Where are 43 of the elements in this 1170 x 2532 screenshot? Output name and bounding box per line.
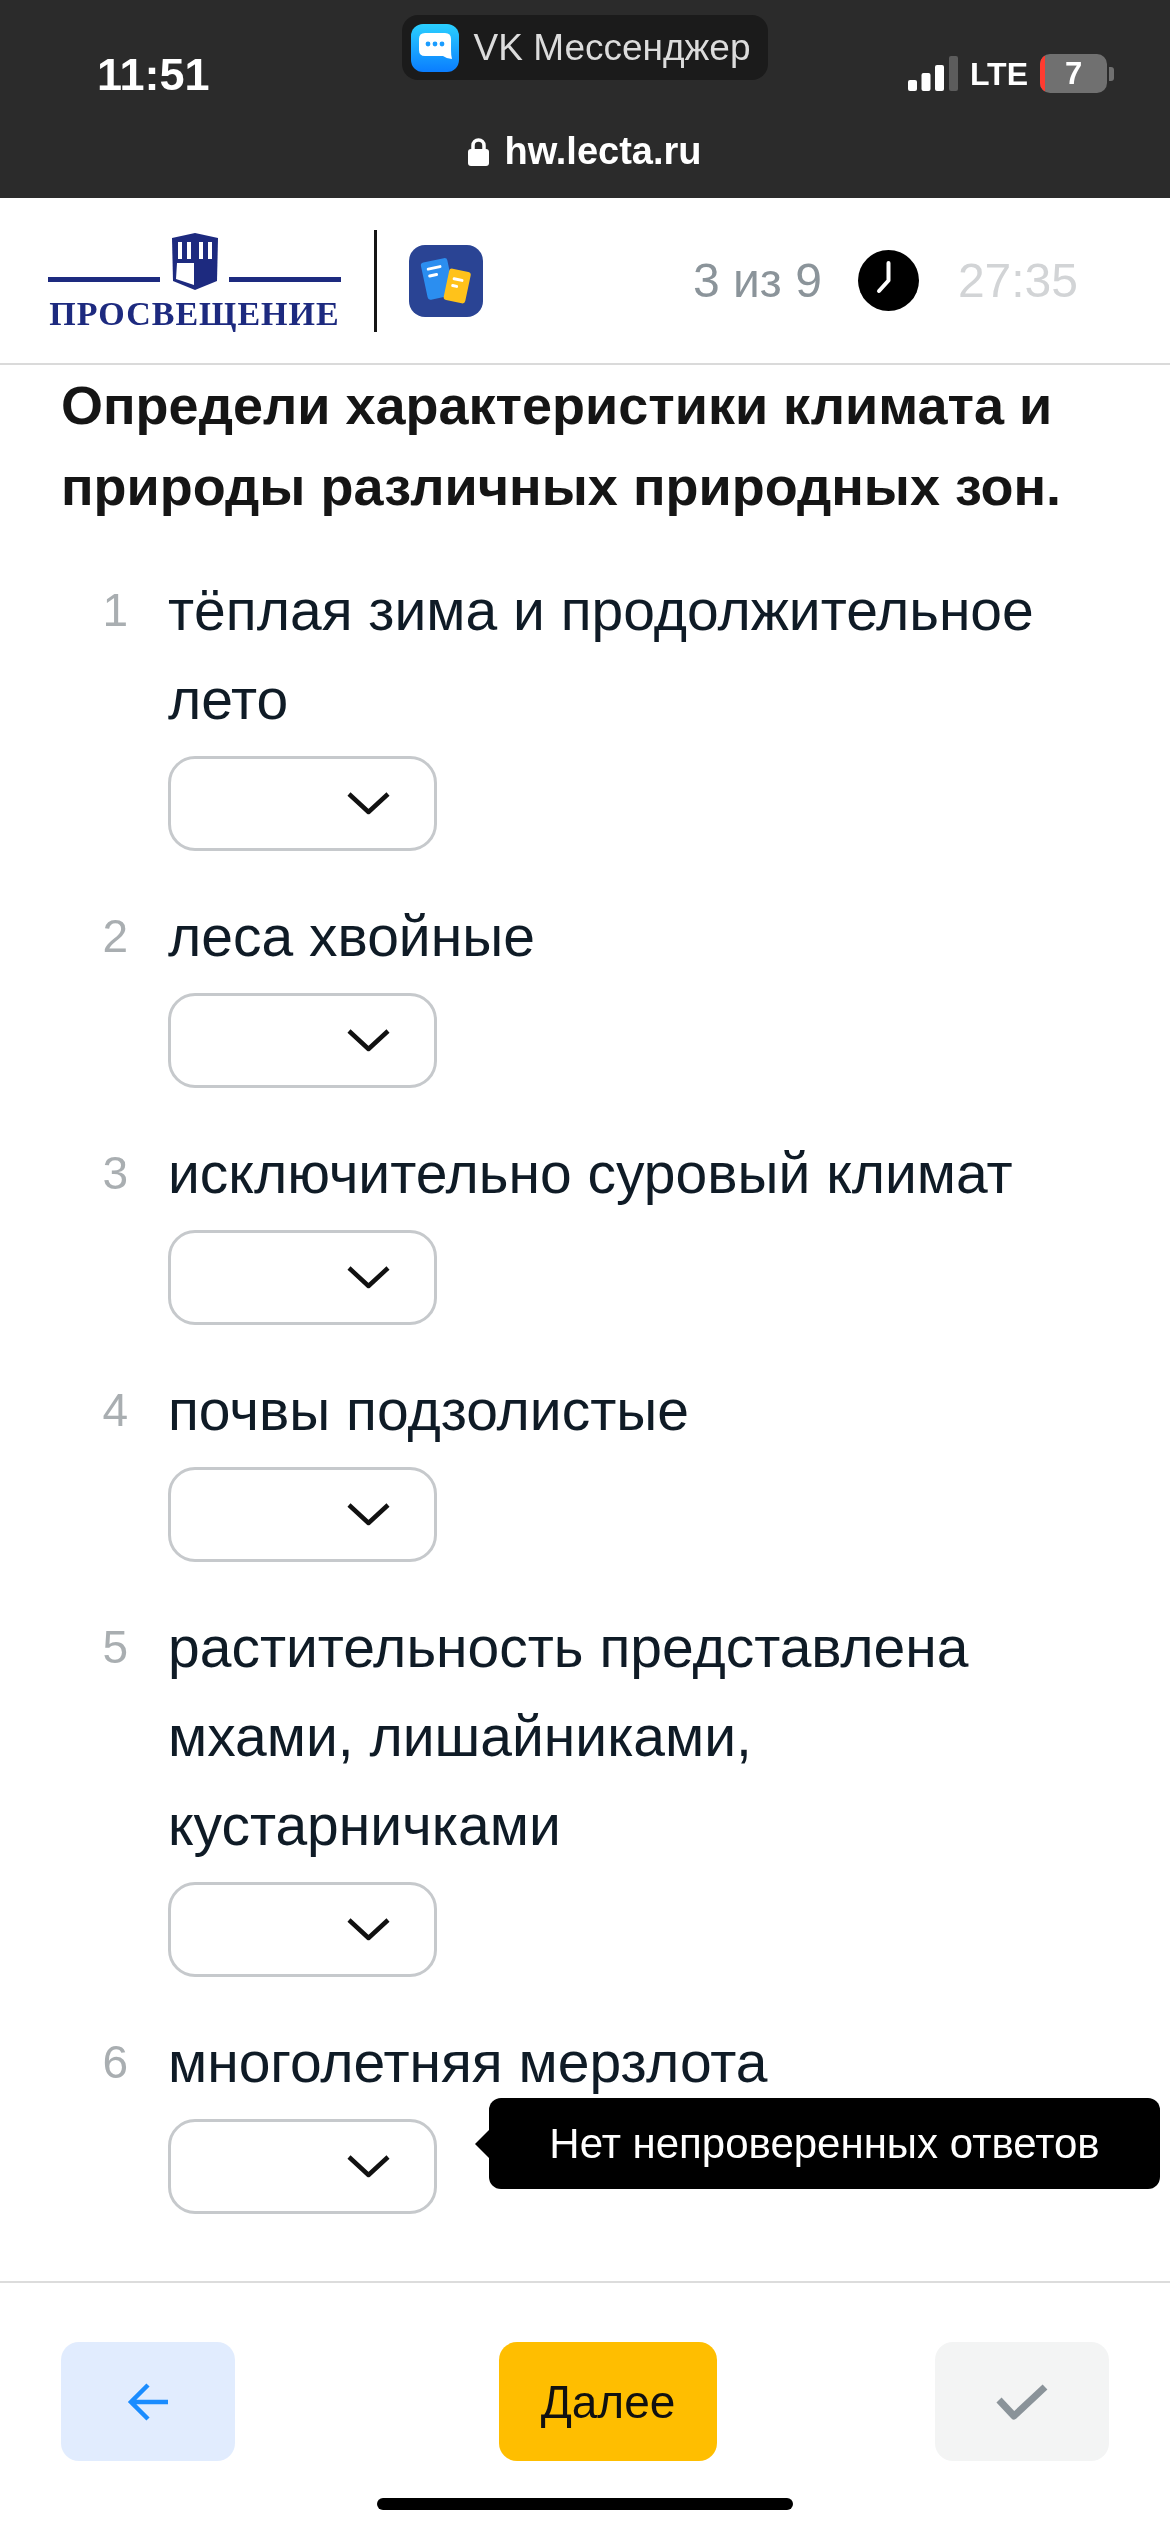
item-text: исключительно суровый климат bbox=[168, 1141, 1013, 1205]
arrow-left-icon bbox=[127, 2381, 169, 2422]
back-button[interactable] bbox=[61, 2342, 235, 2461]
chevron-down-icon bbox=[346, 1917, 391, 1942]
item-text: тёплая зима и продолжительное лето bbox=[168, 578, 1034, 731]
progress-counter: 3 из 9 bbox=[693, 252, 822, 309]
answer-dropdown[interactable] bbox=[168, 1467, 437, 1562]
chevron-down-icon bbox=[346, 791, 391, 816]
item-number: 2 bbox=[102, 910, 128, 962]
item-text: почвы подзолистые bbox=[168, 1378, 689, 1442]
answer-dropdown[interactable] bbox=[168, 2119, 437, 2214]
chevron-down-icon bbox=[346, 1028, 391, 1053]
signal-bars-icon bbox=[907, 56, 958, 91]
item-number: 1 bbox=[102, 584, 128, 636]
chevron-down-icon bbox=[346, 2154, 391, 2179]
item-number: 4 bbox=[102, 1384, 128, 1436]
item-number: 6 bbox=[102, 2036, 128, 2088]
url-text[interactable]: hw.lecta.ru bbox=[504, 130, 702, 172]
answer-dropdown[interactable] bbox=[168, 1230, 437, 1325]
answer-dropdown[interactable] bbox=[168, 1882, 437, 1977]
app-return-pill[interactable]: VK Мессенджер bbox=[401, 15, 769, 80]
lock-icon bbox=[468, 136, 490, 166]
chevron-down-icon bbox=[346, 1265, 391, 1290]
status-time: 11:51 bbox=[97, 53, 210, 97]
document-cards-icon[interactable] bbox=[409, 244, 483, 317]
checkmark-icon bbox=[995, 2382, 1049, 2421]
item-text: леса хвойные bbox=[168, 904, 535, 968]
item-text: многолетняя мерзлота bbox=[168, 2030, 768, 2094]
chevron-down-icon bbox=[346, 1502, 391, 1527]
battery-indicator: 7 bbox=[1040, 54, 1114, 93]
tooltip: Нет непроверенных ответов bbox=[475, 2098, 1160, 2189]
item-number: 3 bbox=[102, 1147, 128, 1199]
network-type: LTE bbox=[969, 56, 1028, 91]
logo-emblem-icon bbox=[48, 232, 341, 290]
answer-dropdown[interactable] bbox=[168, 993, 437, 1088]
question-title: Определи характеристики климата и природы различных природных зон. bbox=[61, 375, 1062, 516]
chat-bubble-icon bbox=[410, 23, 459, 72]
answer-dropdown[interactable] bbox=[168, 756, 437, 851]
item-number: 5 bbox=[102, 1621, 128, 1673]
item-text: растительность представлена мхами, лишайниками, кустарничками bbox=[168, 1615, 969, 1857]
next-button[interactable]: Далее bbox=[499, 2342, 717, 2461]
clock-icon bbox=[857, 250, 919, 311]
app-name: VK Мессенджер bbox=[473, 27, 751, 68]
